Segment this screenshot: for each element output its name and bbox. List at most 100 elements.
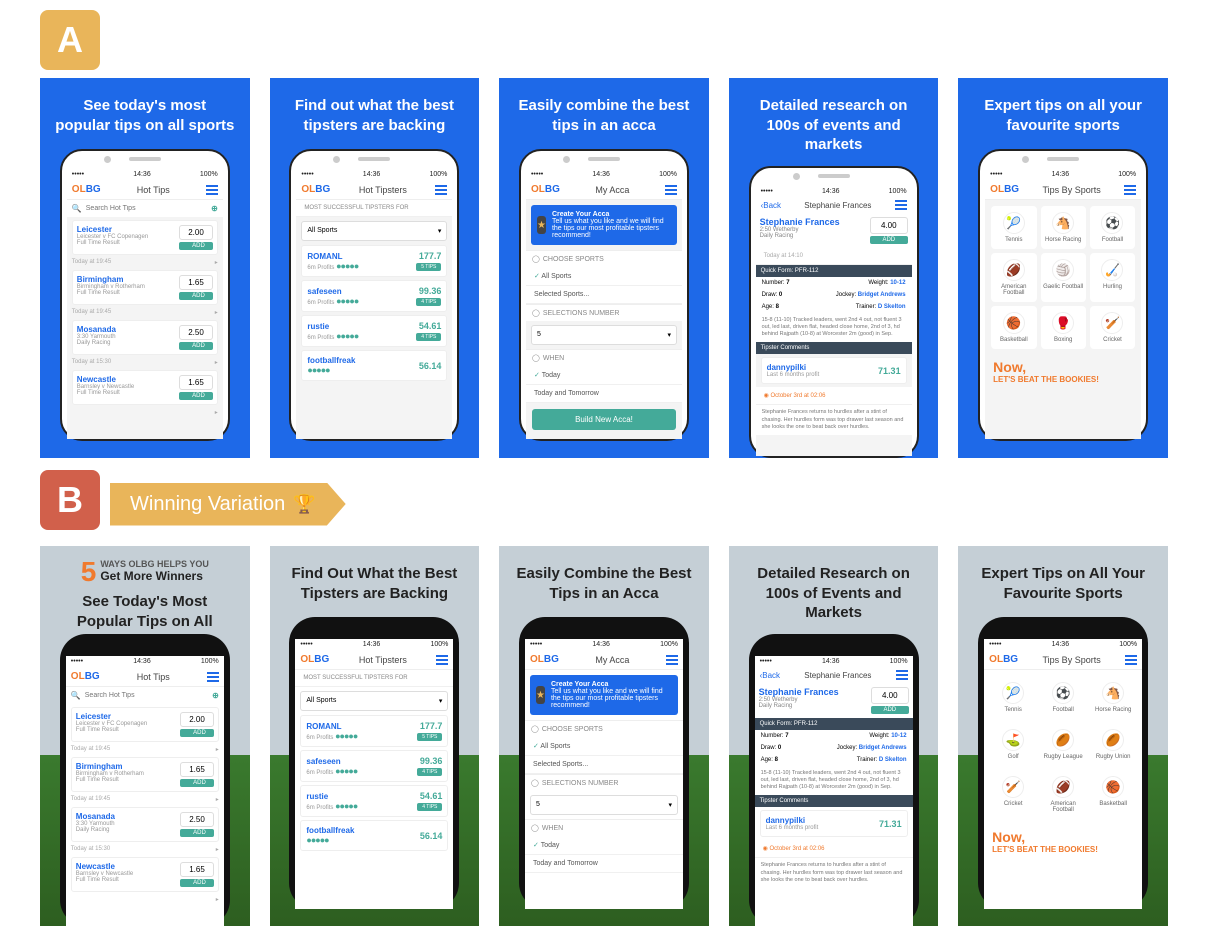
phone-mockup: •••••14:36100% OLBGMy Acca ★Create Your … bbox=[519, 617, 689, 909]
sport-cell[interactable]: 🐴Horse Racing bbox=[1041, 206, 1086, 249]
heading: Find out what the best tipsters are back… bbox=[270, 78, 480, 145]
card-a1: See today's most popular tips on all spo… bbox=[40, 78, 250, 458]
build-button[interactable]: Build New Acca! bbox=[532, 409, 676, 430]
back-button[interactable]: ‹ BackStephanie Frances bbox=[756, 197, 912, 213]
tipster-row[interactable]: footballfreak ●●●●●56.14 bbox=[300, 820, 448, 851]
sport-cell[interactable]: 🥊Boxing bbox=[1041, 306, 1086, 349]
heading: See today's most popular tips on all spo… bbox=[40, 78, 250, 145]
card-a2: Find out what the best tipsters are back… bbox=[270, 78, 480, 458]
tip-row[interactable]: LeicesterLeicester v FC CopenagenFull Ti… bbox=[72, 220, 218, 255]
option[interactable]: ✓ All Sports bbox=[526, 267, 682, 286]
star-icon: ★ bbox=[537, 216, 546, 234]
heading: Detailed research on 100s of events and … bbox=[729, 78, 939, 162]
tipster-row[interactable]: footballfreak ●●●●●56.14 bbox=[301, 350, 447, 381]
card-b4: Detailed Research on 100s of Events and … bbox=[729, 546, 939, 926]
card-a4: Detailed research on 100s of events and … bbox=[729, 78, 939, 458]
tipster-row[interactable]: safeseen6m Profits ●●●●●99.364 TIPS bbox=[301, 280, 447, 312]
phone-mockup: •••••14:36100% OLBGTips By Sports 🎾Tenni… bbox=[978, 617, 1148, 909]
tip-row[interactable]: NewcastleBarnsley v NewcastleFull Time R… bbox=[72, 370, 218, 405]
option[interactable]: ✓ Today bbox=[526, 366, 682, 385]
card-b5: Expert Tips on All Your Favourite Sports… bbox=[958, 546, 1168, 926]
sport-cell[interactable]: 🎾Tennis bbox=[990, 676, 1036, 719]
stat-row: Draw: 0Jockey: Bridget Andrews bbox=[755, 742, 913, 754]
stat-row: Age: 8Trainer: D Skelton bbox=[756, 301, 912, 313]
sport-cell[interactable]: 🐴Horse Racing bbox=[1090, 676, 1136, 719]
sport-cell[interactable]: 🏑Hurling bbox=[1090, 253, 1135, 302]
sport-cell[interactable]: 🏐Gaelic Football bbox=[1041, 253, 1086, 302]
row-b: 5WAYS OLBG HELPS YOUGet More Winners See… bbox=[40, 546, 1168, 926]
heading: Expert tips on all your favourite sports bbox=[958, 78, 1168, 145]
tipster-row[interactable]: ROMANL6m Profits ●●●●●177.75 TIPS bbox=[300, 715, 448, 747]
phone-mockup: •••••14:36100% OLBGTips By Sports 🎾Tenni… bbox=[978, 149, 1148, 441]
tip-row[interactable]: LeicesterLeicester v FC CopenagenFull Ti… bbox=[71, 707, 219, 742]
create-acca-box[interactable]: ★Create Your AccaTell us what you like a… bbox=[531, 205, 677, 245]
pre-heading: 5WAYS OLBG HELPS YOUGet More Winners bbox=[81, 546, 209, 588]
add-icon[interactable]: ⊕ bbox=[211, 204, 218, 213]
sport-cell[interactable]: 🏉Rugby League bbox=[1040, 723, 1086, 766]
tipster-row[interactable]: rustie6m Profits ●●●●●54.614 TIPS bbox=[301, 315, 447, 347]
sport-cell[interactable]: 🏏Cricket bbox=[990, 770, 1036, 819]
quick-form-bar: Quick Form: PFR-112 bbox=[756, 265, 912, 277]
row-a: See today's most popular tips on all spo… bbox=[40, 78, 1168, 458]
search-input[interactable] bbox=[86, 205, 207, 212]
phone-mockup: •••••14:36100% OLBGHot Tipsters MOST SUC… bbox=[289, 617, 459, 909]
num-select[interactable]: 5▾ bbox=[531, 325, 677, 345]
card-b3: Easily Combine the Best Tips in an Acca … bbox=[499, 546, 709, 926]
phone-mockup: •••••14:36100% OLBGHot Tipsters MOST SUC… bbox=[289, 149, 459, 441]
sport-cell[interactable]: 🏈American Football bbox=[991, 253, 1036, 302]
stat-row: Number: 7Weight: 10-12 bbox=[755, 730, 913, 742]
option[interactable]: Selected Sports... bbox=[526, 286, 682, 304]
description: 15-8 (11-10) Tracked leaders, went 2nd 4… bbox=[756, 313, 912, 342]
card-b2: Find Out What the Best Tipsters are Back… bbox=[270, 546, 480, 926]
menu-icon bbox=[206, 185, 218, 195]
heading: See Today's Most Popular Tips on All Spo… bbox=[40, 588, 250, 630]
app-bar: OLBGHot Tips bbox=[67, 180, 223, 200]
sport-cell[interactable]: ⛳Golf bbox=[990, 723, 1036, 766]
stat-row: Number: 7Weight: 10-12 bbox=[756, 277, 912, 289]
status-bar: •••••14:36100% bbox=[67, 169, 223, 180]
card-a5: Expert tips on all your favourite sports… bbox=[958, 78, 1168, 458]
sport-cell[interactable]: 🏀Basketball bbox=[991, 306, 1036, 349]
tipster-row[interactable]: ROMANL6m Profits ●●●●●177.75 TIPS bbox=[301, 245, 447, 277]
heading: Easily Combine the Best Tips in an Acca bbox=[499, 546, 709, 613]
filter-select[interactable]: All Sports▾ bbox=[300, 691, 448, 711]
note: MOST SUCCESSFUL TIPSTERS FOR bbox=[296, 200, 452, 217]
card-a3: Easily combine the best tips in an acca … bbox=[499, 78, 709, 458]
phone-mockup: •••••14:36100% OLBGMy Acca ★Create Your … bbox=[519, 149, 689, 441]
phone-mockup: •••••14:36100% OLBGHot Tips 🔍 ⊕ Leicester… bbox=[60, 149, 230, 441]
option[interactable]: Today and Tomorrow bbox=[526, 385, 682, 403]
phone-mockup: •••••14:36100% OLBGHot Tips 🔍⊕ Leicester… bbox=[60, 634, 230, 926]
tip-row[interactable]: Mosanada3:30 YarmouthDaily Racing2.50ADD bbox=[71, 807, 219, 842]
tip-row[interactable]: BirminghamBirmingham v RotherhamFull Tim… bbox=[71, 757, 219, 792]
card-b1: 5WAYS OLBG HELPS YOUGet More Winners See… bbox=[40, 546, 250, 926]
section-header: ◯ CHOOSE SPORTS bbox=[526, 250, 682, 267]
tip-row[interactable]: NewcastleBarnsley v NewcastleFull Time R… bbox=[71, 857, 219, 892]
stat-row: Age: 8Trainer: D Skelton bbox=[755, 754, 913, 766]
sport-cell[interactable]: 🏈American Football bbox=[1040, 770, 1086, 819]
tip-row[interactable]: BirminghamBirmingham v RotherhamFull Tim… bbox=[72, 270, 218, 305]
search-icon: 🔍 bbox=[72, 204, 82, 213]
search-input[interactable] bbox=[85, 692, 208, 699]
chevron-down-icon: ▾ bbox=[438, 227, 442, 235]
heading: Easily combine the best tips in an acca bbox=[499, 78, 709, 145]
phone-mockup: •••••14:36100% ‹ BackStephanie Frances S… bbox=[749, 166, 919, 458]
tipster-row[interactable]: rustie6m Profits ●●●●●54.614 TIPS bbox=[300, 785, 448, 817]
stat-row: Draw: 0Jockey: Bridget Andrews bbox=[756, 289, 912, 301]
heading: Find Out What the Best Tipsters are Back… bbox=[270, 546, 480, 613]
filter-select[interactable]: All Sports▾ bbox=[301, 221, 447, 241]
tip-row[interactable]: Mosanada3:30 YarmouthDaily Racing2.50ADD bbox=[72, 320, 218, 355]
winning-ribbon: Winning Variation🏆 bbox=[110, 483, 346, 526]
sport-cell[interactable]: 🏀Basketball bbox=[1090, 770, 1136, 819]
variant-a-tag: A bbox=[40, 10, 100, 70]
sport-cell[interactable]: 🏏Cricket bbox=[1090, 306, 1135, 349]
variant-b-tag: B bbox=[40, 470, 100, 530]
heading: Detailed Research on 100s of Events and … bbox=[729, 546, 939, 630]
sport-cell[interactable]: ⚽Football bbox=[1090, 206, 1135, 249]
phone-mockup: •••••14:36100% ‹ BackStephanie Frances S… bbox=[749, 634, 919, 926]
sport-cell[interactable]: 🎾Tennis bbox=[991, 206, 1036, 249]
heading: Expert Tips on All Your Favourite Sports bbox=[958, 546, 1168, 613]
trophy-icon: 🏆 bbox=[293, 494, 315, 515]
tipster-row[interactable]: safeseen6m Profits ●●●●●99.364 TIPS bbox=[300, 750, 448, 782]
sport-cell[interactable]: ⚽Football bbox=[1040, 676, 1086, 719]
sport-cell[interactable]: 🏉Rugby Union bbox=[1090, 723, 1136, 766]
